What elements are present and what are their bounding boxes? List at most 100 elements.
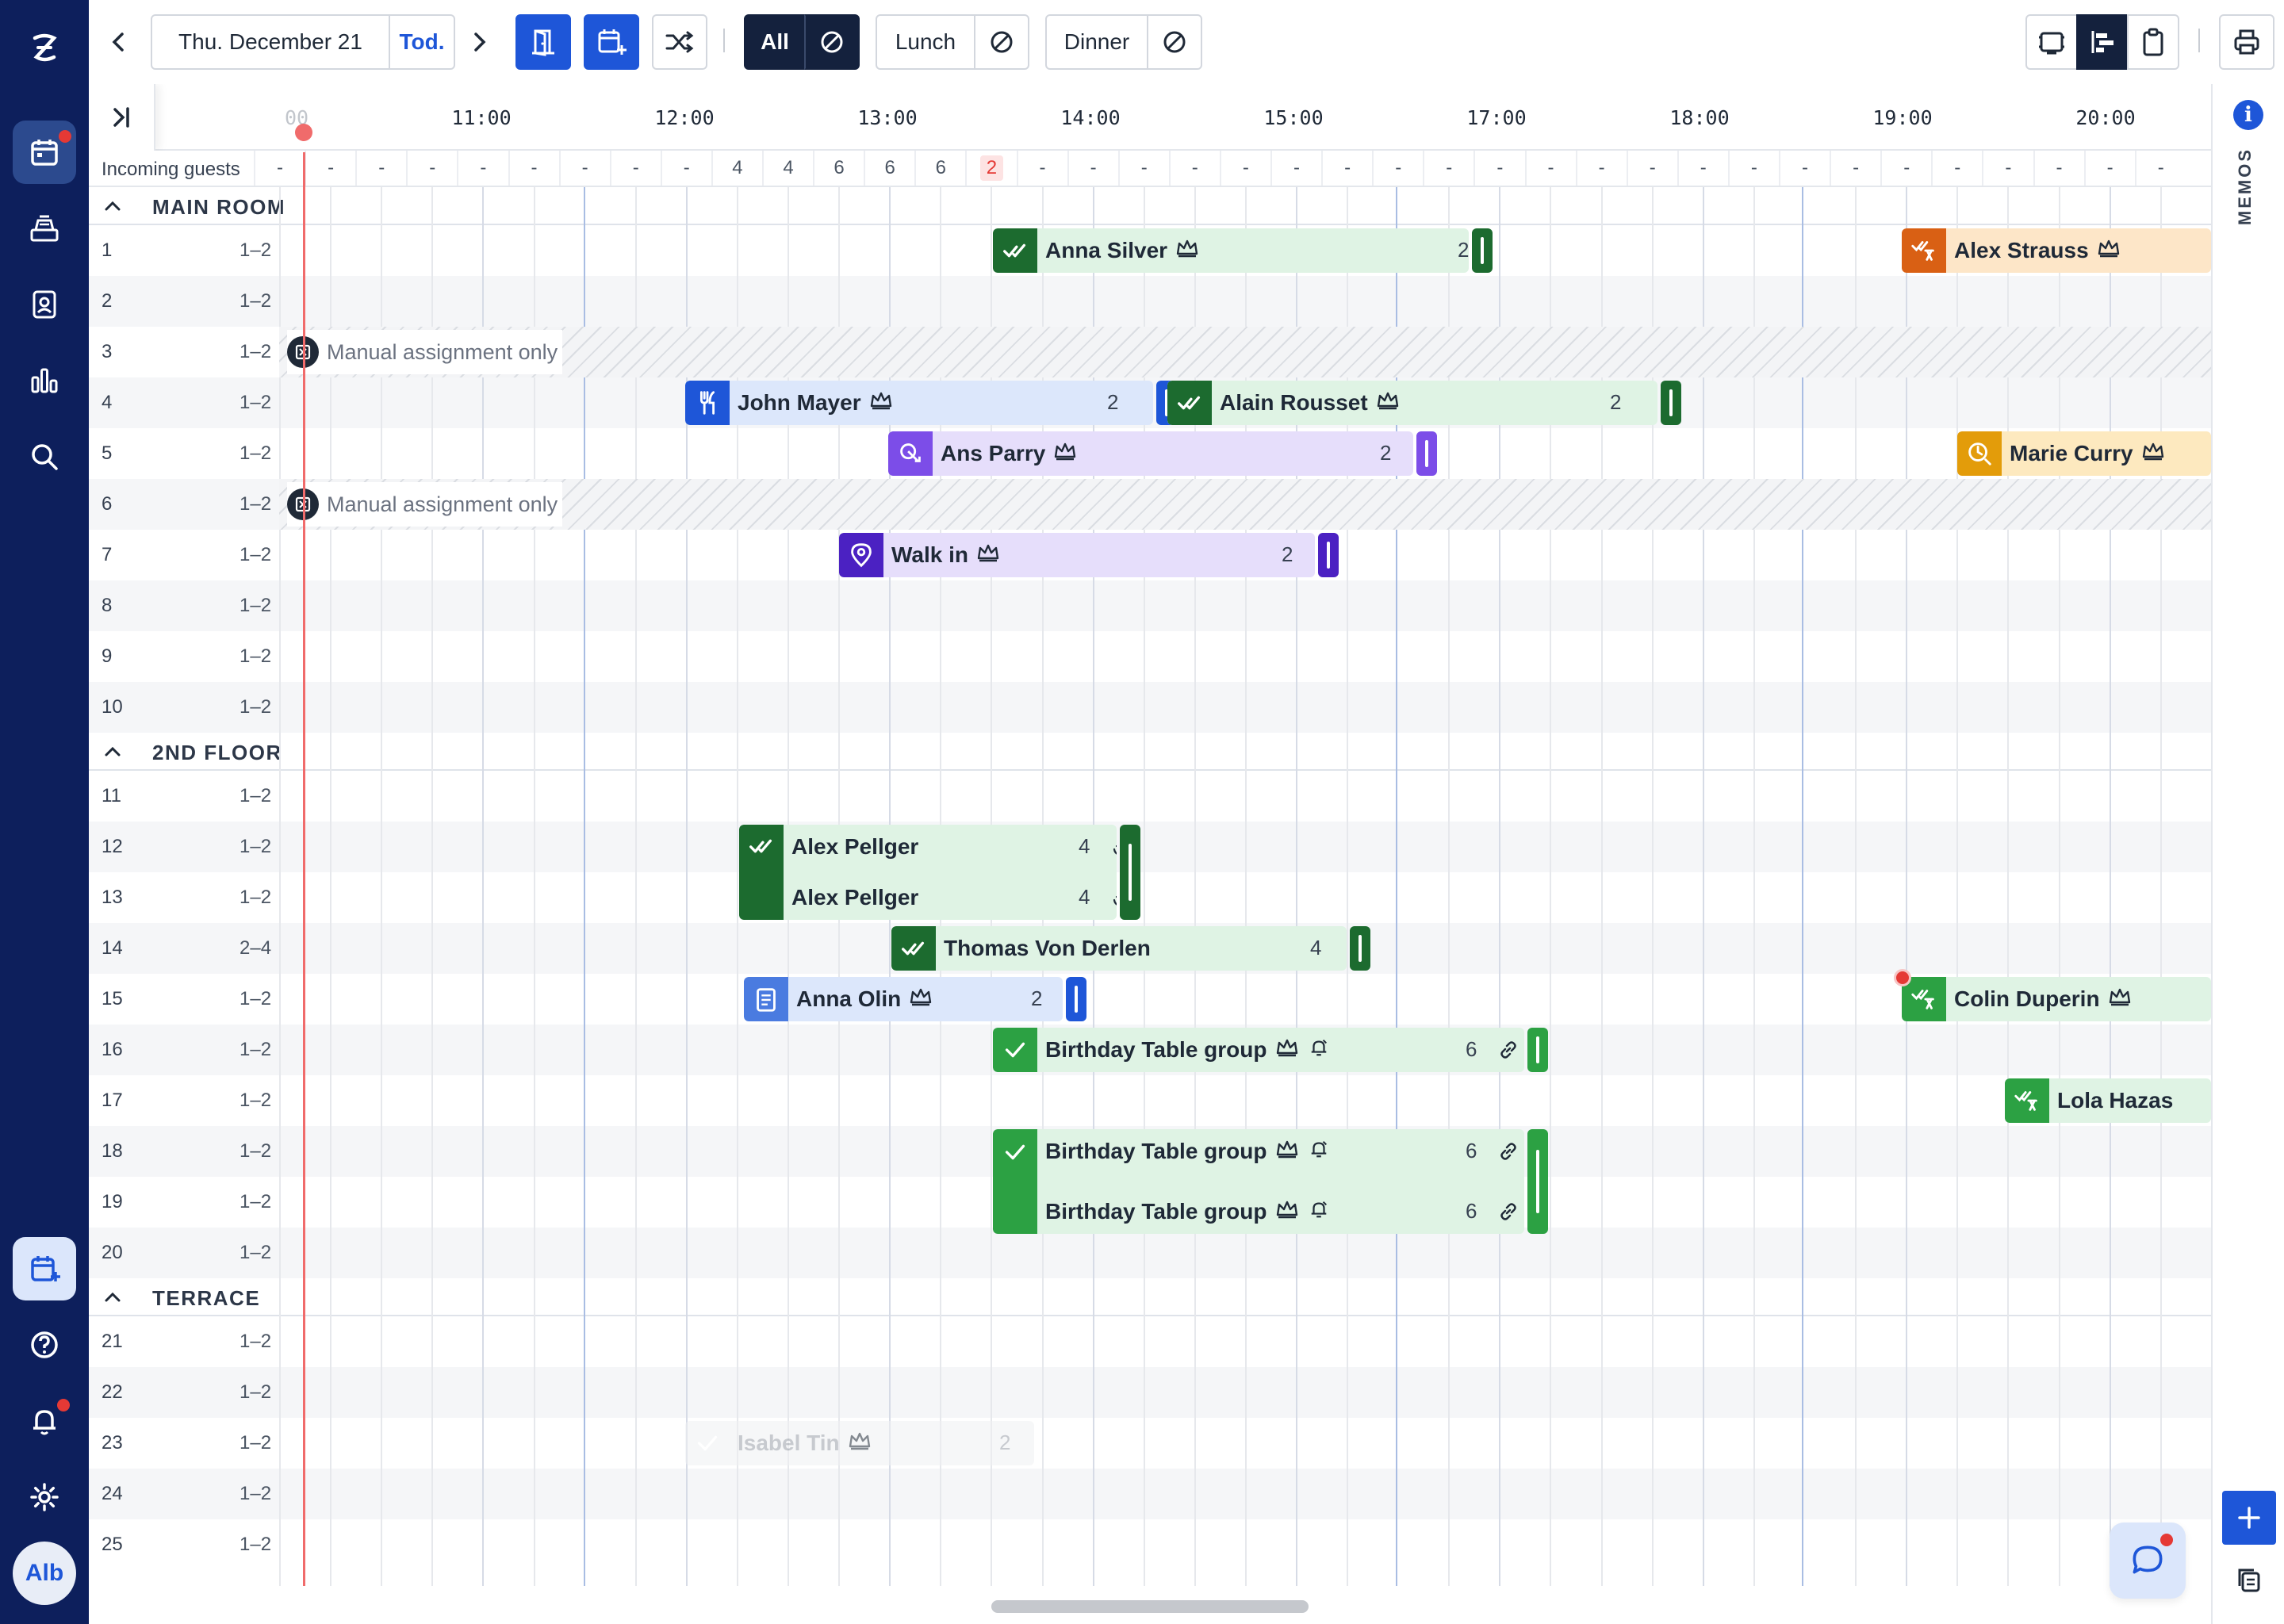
table-row[interactable]: 23 1–2 (89, 1418, 2211, 1469)
block-lunch-button[interactable] (974, 14, 1029, 70)
filter-lunch-button[interactable]: Lunch (876, 14, 975, 70)
reservation-block[interactable]: Isabel Tin 2 (685, 1421, 1034, 1465)
timeline-view-button[interactable] (2076, 14, 2129, 70)
divider (2198, 29, 2200, 52)
collapse-panel-button[interactable] (89, 84, 155, 151)
prev-day-button[interactable] (100, 14, 138, 70)
door-button[interactable] (515, 14, 571, 70)
chevron-up-icon[interactable] (102, 1286, 124, 1308)
search-icon[interactable] (13, 425, 76, 488)
add-button[interactable] (2222, 1491, 2276, 1545)
table-capacity: 1–2 (240, 1242, 272, 1263)
resize-handle[interactable] (1318, 533, 1339, 577)
resize-handle[interactable] (1527, 1028, 1548, 1072)
reservation-block[interactable]: Birthday Table group 6 (993, 1028, 1524, 1072)
table-row[interactable]: 11 1–2 (89, 771, 2211, 822)
table-row[interactable]: 12 1–2 (89, 822, 2211, 872)
copy-icon[interactable] (2227, 1557, 2271, 1602)
resize-handle[interactable] (1350, 926, 1370, 971)
reservation-line: Lola Hazas (2049, 1078, 2211, 1123)
incoming-guests-cell: - (1982, 151, 2033, 186)
reservation-flags (1110, 887, 1117, 913)
table-row[interactable]: 15 1–2 (89, 974, 2211, 1025)
resize-handle[interactable] (1472, 228, 1493, 273)
resize-handle[interactable] (1527, 1129, 1548, 1234)
memos-tab[interactable]: MEMOS (2235, 147, 2255, 225)
horizontal-scrollbar[interactable] (991, 1600, 1309, 1613)
hour-label: 19:00 (1872, 106, 1933, 129)
info-icon[interactable]: i (2233, 100, 2263, 130)
filter-dinner-button[interactable]: Dinner (1045, 14, 1148, 70)
table-row[interactable]: 17 1–2 (89, 1075, 2211, 1126)
table-row[interactable]: 8 1–2 (89, 580, 2211, 631)
reservation-block[interactable]: Alex Strauss (1902, 228, 2211, 273)
print-button[interactable] (2219, 14, 2274, 70)
check-icon (685, 1421, 730, 1465)
reservation-block[interactable]: John Mayer 2 (685, 381, 1153, 425)
table-row[interactable]: 10 1–2 (89, 682, 2211, 733)
section-header[interactable]: 2ND FLOOR (89, 733, 2211, 771)
shuffle-button[interactable] (652, 14, 707, 70)
reservation-block[interactable]: Lola Hazas (2005, 1078, 2211, 1123)
section-header[interactable]: TERRACE (89, 1278, 2211, 1316)
resize-handle[interactable] (1416, 431, 1437, 476)
gear-icon[interactable] (13, 1465, 76, 1529)
reservation-block[interactable]: Birthday Table group 6 Birthday Table grou… (993, 1129, 1524, 1234)
reservation-block[interactable]: Marie Curry (1957, 431, 2211, 476)
chevron-up-icon[interactable] (102, 195, 124, 217)
new-booking-nav-icon[interactable] (13, 1237, 76, 1300)
table-row[interactable]: 9 1–2 (89, 631, 2211, 682)
alert-dot (1894, 969, 1911, 986)
stats-icon[interactable] (13, 349, 76, 412)
resize-handle[interactable] (1120, 825, 1140, 920)
chevron-up-icon[interactable] (102, 741, 124, 763)
bell-icon[interactable] (13, 1389, 76, 1453)
reservation-block[interactable]: Thomas Von Derlen 4 (891, 926, 1347, 971)
table-row[interactable]: 21 1–2 (89, 1316, 2211, 1367)
resize-handle[interactable] (1066, 977, 1086, 1021)
reservation-block[interactable]: Colin Duperin (1902, 977, 2211, 1021)
table-row[interactable]: 20 1–2 (89, 1228, 2211, 1278)
incoming-guests-value: - (1090, 157, 1097, 178)
reservation-block[interactable]: Alain Rousset 2 (1167, 381, 1657, 425)
table-number: 19 (102, 1191, 123, 1212)
table-number: 18 (102, 1140, 123, 1162)
today-button[interactable]: Tod. (389, 14, 455, 70)
filter-all-button[interactable]: All (744, 14, 806, 70)
block-all-button[interactable] (804, 14, 860, 70)
reservation-block[interactable]: Anna Olin 2 (744, 977, 1063, 1021)
hour-label: 20:00 (2075, 106, 2136, 129)
table-row[interactable]: 13 1–2 (89, 872, 2211, 923)
date-picker-button[interactable]: Thu. December 21 (151, 14, 390, 70)
guest-name: Lola Hazas (2057, 1088, 2174, 1113)
chat-button[interactable] (2110, 1522, 2186, 1599)
reservation-block[interactable]: Walk in 2 (839, 533, 1315, 577)
cash-register-icon[interactable] (13, 197, 76, 260)
calendar-nav-icon[interactable] (13, 121, 76, 184)
reservation-block[interactable]: Alex Pellger 4 Alex Pellger 4 (739, 825, 1117, 920)
table-row[interactable]: 2 1–2 (89, 276, 2211, 327)
table-row[interactable]: 24 1–2 (89, 1469, 2211, 1519)
sidebar: Alb (0, 0, 89, 1624)
reservation-block[interactable]: Ans Parry 2 (888, 431, 1413, 476)
resize-handle[interactable] (1661, 381, 1681, 425)
help-icon[interactable] (13, 1313, 76, 1377)
party-size: 4 (1079, 834, 1090, 858)
table-row[interactable]: 25 1–2 (89, 1519, 2211, 1570)
manual-assignment-note: Manual assignment only (287, 330, 563, 374)
section-header[interactable]: MAIN ROOM (89, 187, 2211, 225)
table-number: 21 (102, 1331, 123, 1352)
block-dinner-button[interactable] (1147, 14, 1202, 70)
floor-view-button[interactable] (2025, 14, 2078, 70)
logo-icon[interactable] (13, 16, 76, 79)
add-booking-button[interactable] (584, 14, 639, 70)
reservation-block[interactable]: Anna Silver 2 (993, 228, 1469, 273)
notification-dot (2160, 1534, 2173, 1546)
list-view-button[interactable] (2127, 14, 2179, 70)
contacts-icon[interactable] (13, 273, 76, 336)
reservation-line: Ans Parry 2 (933, 431, 1413, 476)
table-row[interactable]: 22 1–2 (89, 1367, 2211, 1418)
next-day-button[interactable] (460, 14, 498, 70)
incoming-guests-value: - (632, 157, 639, 178)
avatar[interactable]: Alb (13, 1542, 76, 1605)
